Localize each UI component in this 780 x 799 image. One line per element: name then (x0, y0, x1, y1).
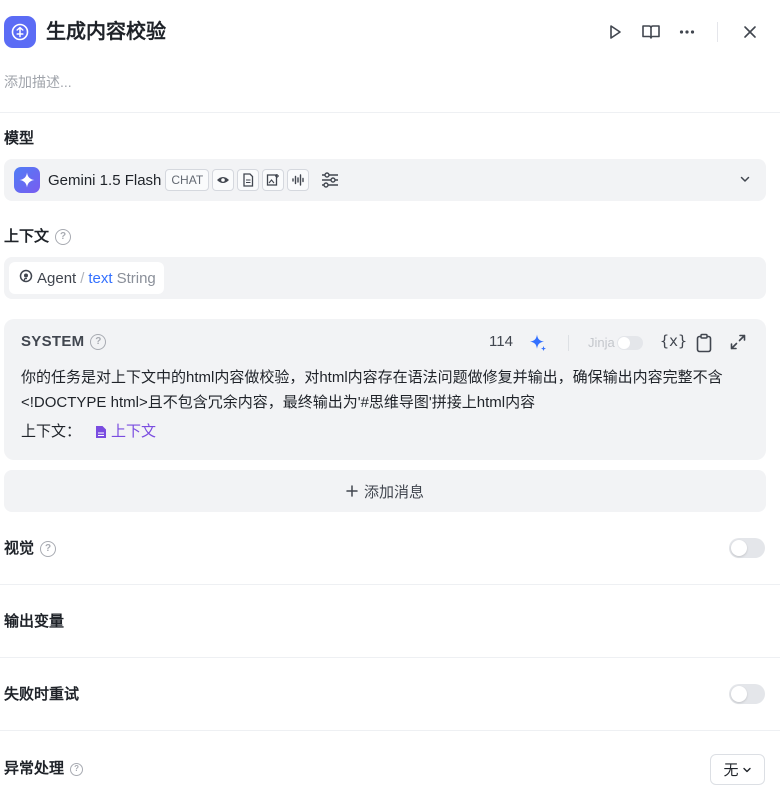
add-message-label: 添加消息 (363, 483, 424, 501)
document-icon (237, 169, 260, 191)
add-message-button[interactable]: 添加消息 (4, 470, 766, 512)
help-icon[interactable]: ? (55, 229, 72, 245)
settings-sliders-icon[interactable] (320, 171, 340, 189)
system-label: SYSTEM ? (21, 333, 107, 350)
help-icon[interactable]: ? (40, 541, 57, 557)
jinja-switch[interactable]: Jinja (588, 335, 643, 350)
vision-toggle[interactable] (729, 538, 765, 558)
jinja-toggle[interactable] (616, 335, 643, 350)
error-handling-select[interactable]: 无 (710, 754, 765, 785)
image-icon (262, 169, 285, 191)
context-input[interactable]: Agent / text String (4, 257, 766, 299)
close-icon[interactable] (739, 21, 761, 43)
context-label: 上下文 ? (4, 226, 72, 248)
context-reference-line: 上下文： 上下文 (21, 419, 156, 444)
system-prompt-panel: SYSTEM ? 114 Jinja {x} 你的任务是对上下文中的html内容… (4, 319, 766, 460)
retry-toggle[interactable] (729, 684, 765, 704)
model-label: 模型 (4, 130, 35, 147)
clipboard-icon[interactable] (695, 333, 713, 358)
divider (0, 112, 780, 113)
toolbar-separator (568, 335, 569, 351)
divider (0, 730, 780, 731)
context-variable-chip[interactable]: Agent / text String (9, 262, 164, 294)
vision-label: 视觉 ? (4, 538, 57, 560)
chevron-down-icon (742, 767, 751, 772)
file-icon (96, 425, 107, 438)
chevron-down-icon (738, 172, 752, 191)
model-name: Gemini 1.5 Flash (48, 171, 162, 189)
divider (0, 584, 780, 585)
chat-tag: CHAT (165, 169, 210, 191)
node-title[interactable]: 生成内容校验 (46, 18, 166, 46)
context-variable-type: String (116, 269, 156, 287)
help-icon[interactable]: ? (90, 333, 107, 350)
context-reference-label: 上下文 (111, 423, 157, 440)
system-prompt-text[interactable]: 你的任务是对上下文中的html内容做校验，对html内容存在语法问题做修复并输出… (21, 365, 751, 415)
agent-icon (19, 269, 33, 287)
expand-icon[interactable] (729, 333, 747, 356)
error-handling-label: 异常处理 ? (4, 758, 84, 780)
book-icon[interactable] (640, 21, 662, 43)
eye-icon (212, 169, 235, 191)
run-icon[interactable] (604, 21, 626, 43)
jinja-label: Jinja (588, 335, 615, 350)
retry-on-failure-label: 失败时重试 (4, 686, 80, 703)
header-separator (717, 22, 718, 42)
error-handling-value: 无 (723, 762, 739, 779)
ai-sparkle-icon[interactable] (528, 333, 548, 358)
gemini-icon (14, 167, 40, 193)
token-count: 114 (489, 333, 513, 350)
context-reference-chip[interactable]: 上下文 (95, 419, 156, 444)
help-icon[interactable]: ? (70, 762, 84, 776)
context-separator: / (80, 269, 85, 287)
insert-variable-button[interactable]: {x} (660, 332, 687, 350)
model-selector[interactable]: Gemini 1.5 Flash CHAT (4, 159, 766, 201)
output-variables-label[interactable]: 输出变量 (4, 611, 64, 633)
divider (0, 657, 780, 658)
context-prefix: 上下文： (21, 423, 82, 440)
plus-icon (346, 485, 358, 497)
more-icon[interactable] (676, 21, 698, 43)
llm-node-icon (4, 16, 36, 48)
panel-header: 生成内容校验 (0, 12, 780, 52)
audio-icon (287, 169, 310, 191)
context-variable-name: text (88, 269, 113, 287)
description-placeholder[interactable]: 添加描述... (4, 72, 72, 92)
context-source: Agent (37, 269, 77, 287)
